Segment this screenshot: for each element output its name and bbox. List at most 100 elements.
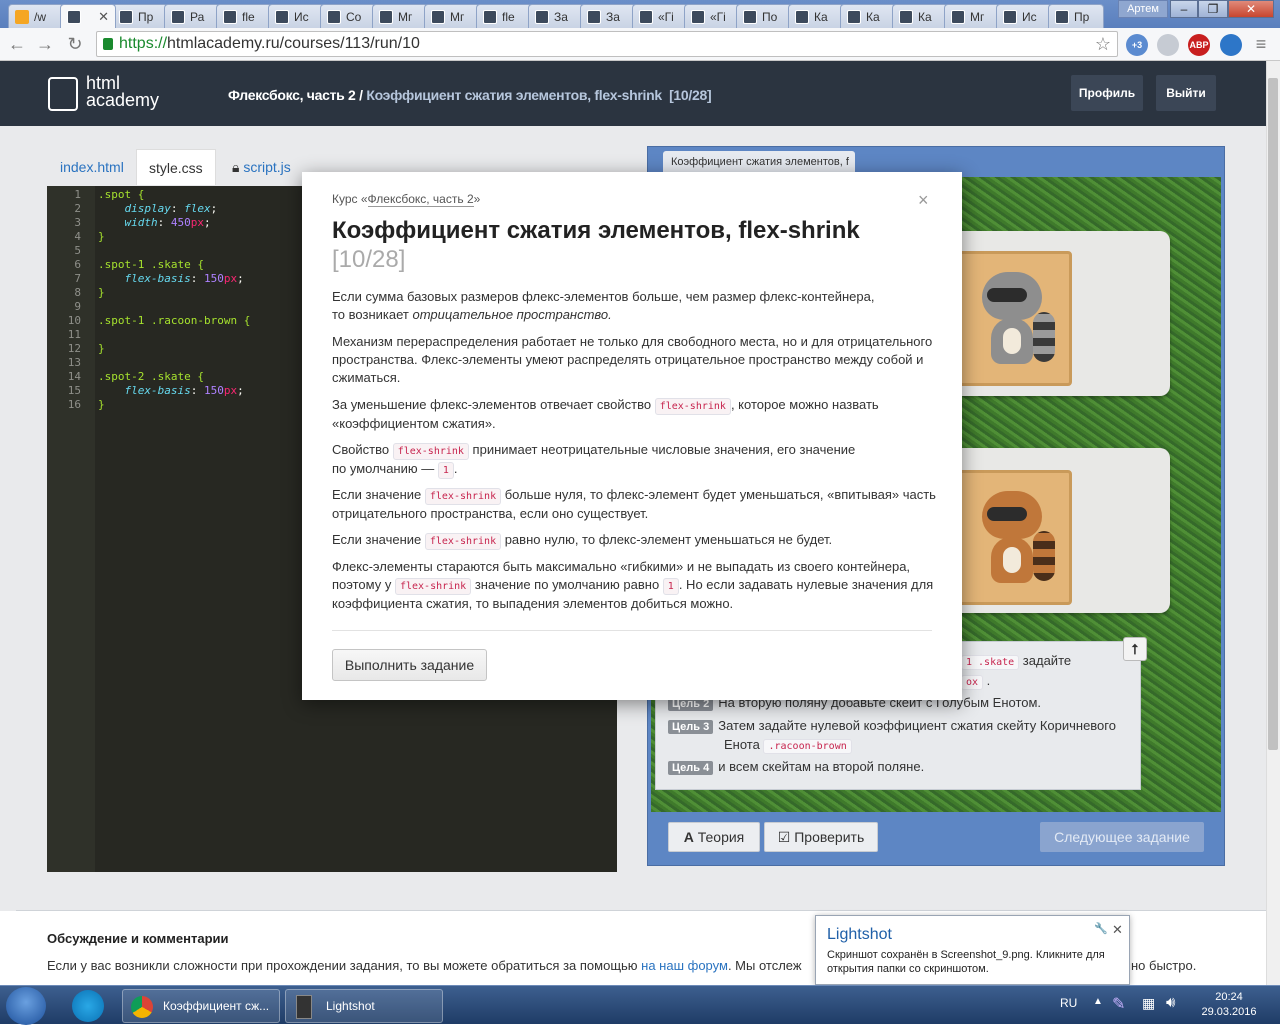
forward-icon[interactable]: → [34, 33, 56, 55]
browser-tab[interactable]: Ка [788, 4, 844, 28]
browser-tab[interactable]: По [736, 4, 792, 28]
browser-tab[interactable]: За [580, 4, 636, 28]
shield-icon[interactable] [1157, 34, 1179, 56]
browser-tab[interactable]: Пр [112, 4, 168, 28]
theory-button[interactable]: A Теория [668, 822, 760, 852]
wrench-icon[interactable]: 🔧 [1094, 922, 1108, 935]
modal-title: Коэффициент сжатия элементов, flex-shrin… [332, 217, 860, 244]
modal-paragraph: Если значение flex-shrink равно нулю, то… [332, 531, 937, 550]
close-icon[interactable]: × [918, 190, 929, 211]
tab-script-js[interactable]: 🔒︎ script.js [220, 149, 303, 185]
profile-button[interactable]: Профиль [1071, 75, 1143, 111]
scrollbar-thumb[interactable] [1268, 78, 1278, 750]
logo[interactable]: html academy [86, 74, 159, 109]
line-number: 11 [67, 328, 81, 341]
goal-3: Цель 3 Затем задайте нулевой коэффициент … [668, 718, 1116, 734]
browser-tab-label: «Гі [658, 9, 674, 24]
language-indicator[interactable]: RU [1060, 996, 1077, 1010]
reload-icon[interactable]: ↻ [64, 33, 86, 55]
maximize-button[interactable]: ❐ [1198, 0, 1228, 18]
check-button[interactable]: ☑ Проверить [764, 822, 878, 852]
feather-icon[interactable]: ✎ [1112, 994, 1125, 1014]
breadcrumb: Флексбокс, часть 2 / Коэффициент сжатия … [228, 87, 712, 103]
tray-expand-icon[interactable]: ▲ [1093, 996, 1103, 1007]
browser-tab-label: Ка [814, 9, 828, 24]
htmlacademy-icon [847, 9, 861, 24]
htmlacademy-icon [223, 9, 237, 24]
breadcrumb-course[interactable]: Флексбокс, часть 2 / [228, 87, 363, 103]
htmlacademy-icon [379, 9, 393, 24]
start-task-button[interactable]: Выполнить задание [332, 649, 487, 681]
url-input[interactable]: https://htmlacademy.ru/courses/113/run/1… [96, 31, 1118, 57]
modal-paragraph: Свойство flex-shrink принимает неотрицат… [332, 441, 937, 479]
modal-course: Курс «Флексбокс, часть 2» [332, 192, 481, 207]
browser-tab-label: Ис [294, 9, 309, 24]
forum-link[interactable]: на наш форум [641, 958, 728, 973]
htmlacademy-icon [899, 9, 913, 24]
browser-user-chip[interactable]: Артем [1118, 0, 1168, 18]
browser-tab[interactable]: «Гі [684, 4, 740, 28]
browser-tab[interactable]: Ра [164, 4, 220, 28]
clock[interactable]: 20:24 29.03.2016 [1198, 990, 1260, 1020]
star-icon[interactable]: ☆ [1095, 32, 1111, 56]
browser-tab[interactable]: Мг [424, 4, 480, 28]
browser-tab-label: Мг [970, 9, 985, 24]
browser-tab[interactable]: Мг [944, 4, 1000, 28]
browser-tab[interactable]: Ка [840, 4, 896, 28]
line-number: 12 [67, 342, 81, 355]
lightshot-notification[interactable]: Lightshot 🔧 ✕ Скриншот сохранён в Screen… [815, 915, 1130, 985]
htmlacademy-icon [587, 9, 601, 24]
browser-tab[interactable]: ✕ [60, 4, 116, 28]
browser-tab[interactable]: Ис [268, 4, 324, 28]
browser-tab[interactable]: fle [216, 4, 272, 28]
lock-icon: 🔒︎ [232, 159, 240, 175]
browser-tab[interactable]: fle [476, 4, 532, 28]
course-link[interactable]: Флексбокс, часть 2 [367, 192, 474, 207]
tab-index-html[interactable]: index.html [48, 149, 136, 185]
divider [332, 630, 932, 631]
next-task-button[interactable]: Следующее задание [1040, 822, 1204, 852]
notification-title: Lightshot [827, 926, 892, 943]
browser-tab-label: Со [346, 9, 362, 24]
back-icon[interactable]: ← [6, 33, 28, 55]
discussion-text: Если у вас возникли сложности при прохож… [47, 958, 802, 973]
browser-tab[interactable]: Пр [1048, 4, 1104, 28]
logout-button[interactable]: Выйти [1156, 75, 1216, 111]
globe-icon[interactable] [1220, 34, 1242, 56]
browser-tab[interactable]: Мг [372, 4, 428, 28]
browser-tab-label: fle [242, 9, 255, 24]
browser-tab[interactable]: За [528, 4, 584, 28]
skype-icon[interactable] [72, 990, 104, 1022]
close-window-button[interactable]: ✕ [1228, 0, 1274, 18]
menu-icon[interactable]: ≡ [1250, 33, 1272, 55]
browser-tab-label: /w [34, 9, 46, 24]
theory-modal: Курс «Флексбокс, часть 2» × Коэффициент … [302, 172, 962, 700]
line-number: 3 [74, 216, 81, 229]
browser-tab[interactable]: Со [320, 4, 376, 28]
collapse-tasks-button[interactable]: ⭡ [1123, 637, 1147, 661]
modal-counter: [10/28] [332, 246, 406, 273]
taskbar-item-chrome[interactable]: Коэффициент сж... [122, 989, 280, 1023]
htmlacademy-icon [795, 9, 809, 24]
minimize-button[interactable]: – [1170, 0, 1198, 18]
browser-tab[interactable]: «Гі [632, 4, 688, 28]
close-icon[interactable]: ✕ [1112, 922, 1123, 938]
lightshot-icon [296, 995, 312, 1019]
browser-tab-label: За [554, 9, 568, 24]
code-line: } [98, 286, 105, 299]
htmlacademy-icon [951, 9, 965, 24]
modal-paragraph: Флекс-элементы стараются быть максимальн… [332, 559, 934, 611]
browser-tab[interactable]: Ис [996, 4, 1052, 28]
adblock-icon[interactable]: ABP [1188, 34, 1210, 56]
close-tab-icon[interactable]: ✕ [98, 9, 109, 25]
preview-tab[interactable]: Коэффициент сжатия элементов, f [663, 151, 855, 173]
taskbar-item-lightshot[interactable]: Lightshot [285, 989, 443, 1023]
start-button[interactable] [6, 987, 46, 1025]
browser-tab[interactable]: /w [8, 4, 64, 28]
extension-icon[interactable]: +3 [1126, 34, 1148, 56]
volume-icon[interactable]: 🔊︎ [1166, 994, 1175, 1011]
line-number: 5 [74, 244, 81, 257]
browser-tab[interactable]: Ка [892, 4, 948, 28]
network-icon[interactable]: ▦ [1142, 995, 1155, 1012]
tab-style-css[interactable]: style.css [136, 149, 216, 185]
